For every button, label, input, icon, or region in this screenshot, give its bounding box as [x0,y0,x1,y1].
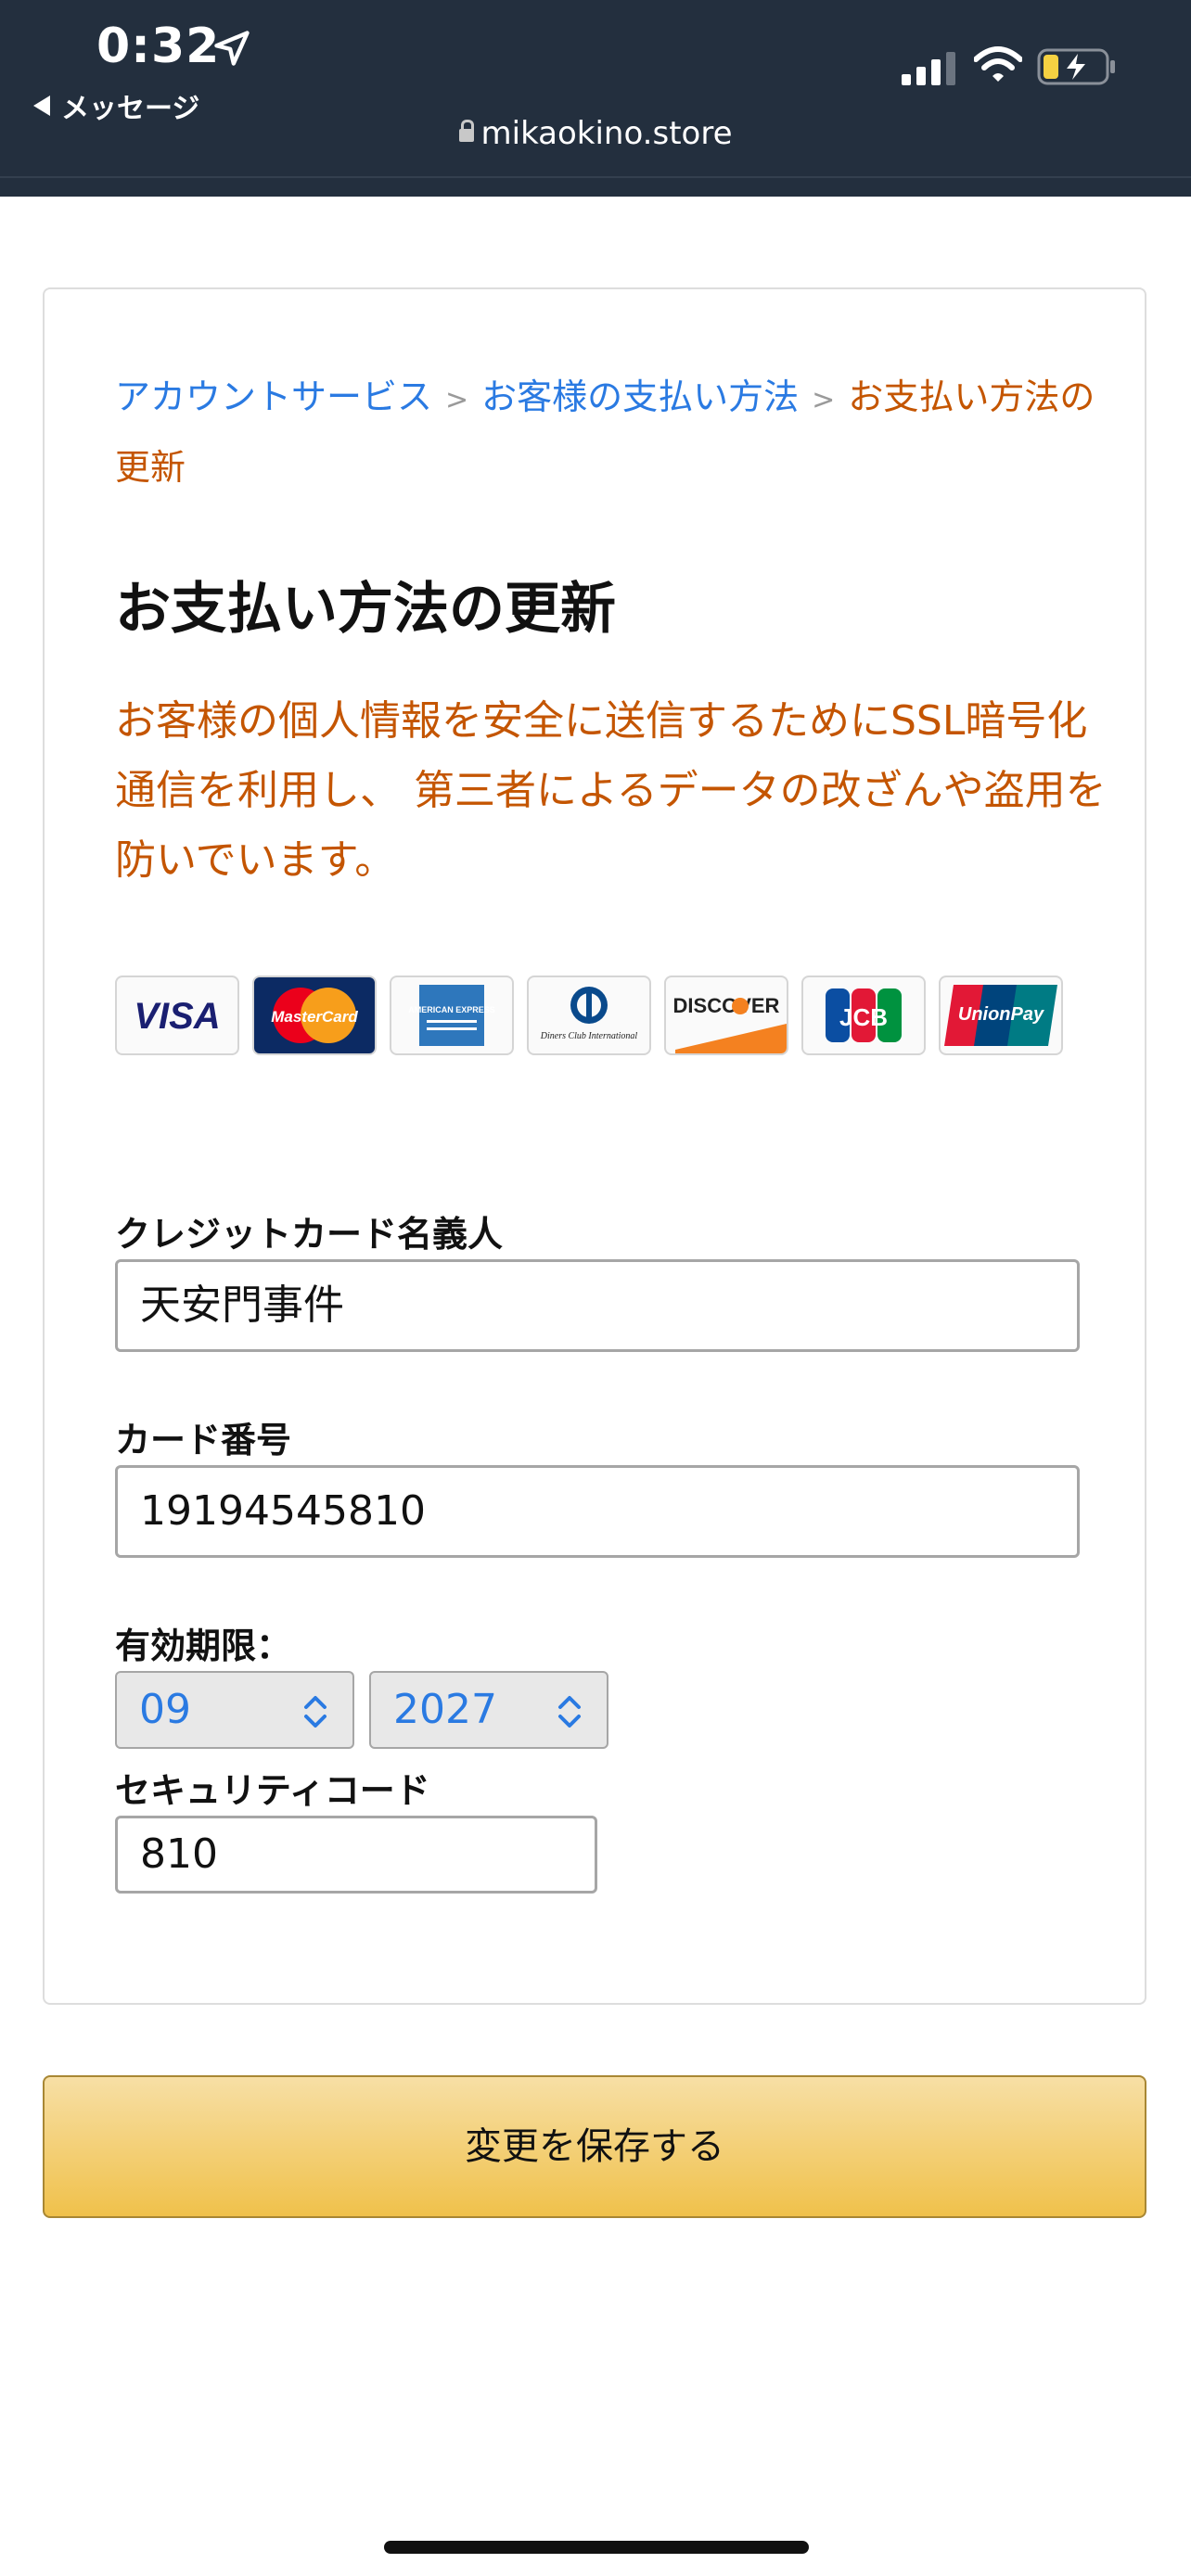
amex-text: AMERICAN EXPRESS [408,1005,495,1014]
home-indicator[interactable] [384,2541,809,2554]
discover-text: DISCOVER [673,994,780,1017]
wifi-icon [974,46,1022,82]
cellular-signal-icon [902,52,955,85]
breadcrumb-account-services[interactable]: アカウントサービス [115,376,432,417]
location-arrow-icon [214,31,250,66]
mastercard-logo: MasterCard [252,976,377,1055]
clock: 0:32 [96,19,221,74]
breadcrumb-separator: > [445,384,469,416]
url-text: mikaokino.store [480,115,733,152]
save-changes-button[interactable]: 変更を保存する [43,2075,1146,2218]
unionpay-text: UnionPay [958,1004,1044,1025]
breadcrumb: アカウントサービス > お客様の支払い方法 > お支払い方法の更新 [115,363,1098,501]
security-notice: お客様の個人情報を安全に送信するためにSSL暗号化通信を利用し、 第三者によるデ… [115,697,1107,884]
lock-icon [458,119,474,142]
expiry-year-value: 2027 [393,1686,497,1733]
mastercard-text: MasterCard [271,1008,358,1026]
visa-logo: VISA [115,976,239,1055]
diners-club-logo: Diners Club International [527,976,651,1055]
jcb-text: JCB [839,1003,888,1031]
expiry-month-select[interactable]: 09 [115,1671,354,1749]
expiry-year-select[interactable]: 2027 [369,1671,608,1749]
expiry-label: 有効期限： [115,1626,292,1666]
status-bar: 0:32 メッセージ mikaokino.store [0,0,1191,197]
battery-charging-icon [1037,48,1115,85]
discover-logo: DISCOVER [664,976,788,1055]
diners-text: Diners Club International [540,1031,638,1041]
payment-form-card: アカウントサービス > お客様の支払い方法 > お支払い方法の更新 お支払い方法の更新 … [43,287,1146,2005]
address-bar[interactable]: mikaokino.store [0,115,1191,152]
accepted-cards: VISA MasterCard AMERICAN EXPRESS Diners … [115,976,1063,1055]
breadcrumb-separator: > [812,384,836,416]
unionpay-logo: UnionPay [939,976,1063,1055]
amex-logo: AMERICAN EXPRESS [390,976,514,1055]
security-code-label: セキュリティコード [115,1770,430,1811]
jcb-logo: JCB [801,976,926,1055]
cardholder-name-label: クレジットカード名義人 [115,1214,504,1255]
breadcrumb-payment-methods[interactable]: お客様の支払い方法 [481,376,799,417]
chevron-up-down-icon [304,1696,327,1728]
divider [0,176,1191,178]
card-number-input[interactable]: 19194545810 [115,1465,1080,1558]
visa-text: VISA [134,996,220,1037]
cardholder-name-input[interactable]: 天安門事件 [115,1259,1080,1352]
expiry-month-value: 09 [139,1686,191,1733]
security-code-input[interactable]: 810 [115,1816,597,1894]
chevron-up-down-icon [558,1696,581,1728]
page-title: お支払い方法の更新 [115,577,616,642]
card-number-label: カード番号 [115,1420,292,1460]
back-arrow-icon [33,96,50,116]
